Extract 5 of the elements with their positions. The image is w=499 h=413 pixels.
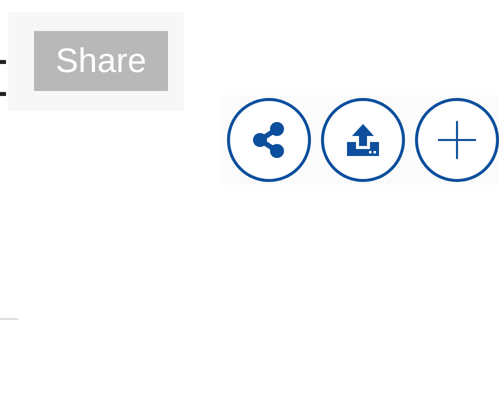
share-icon [252,121,286,159]
upload-icon [345,122,381,158]
share-button[interactable]: Share [34,31,168,91]
plus-icon [437,120,477,160]
add-button[interactable] [415,98,499,182]
